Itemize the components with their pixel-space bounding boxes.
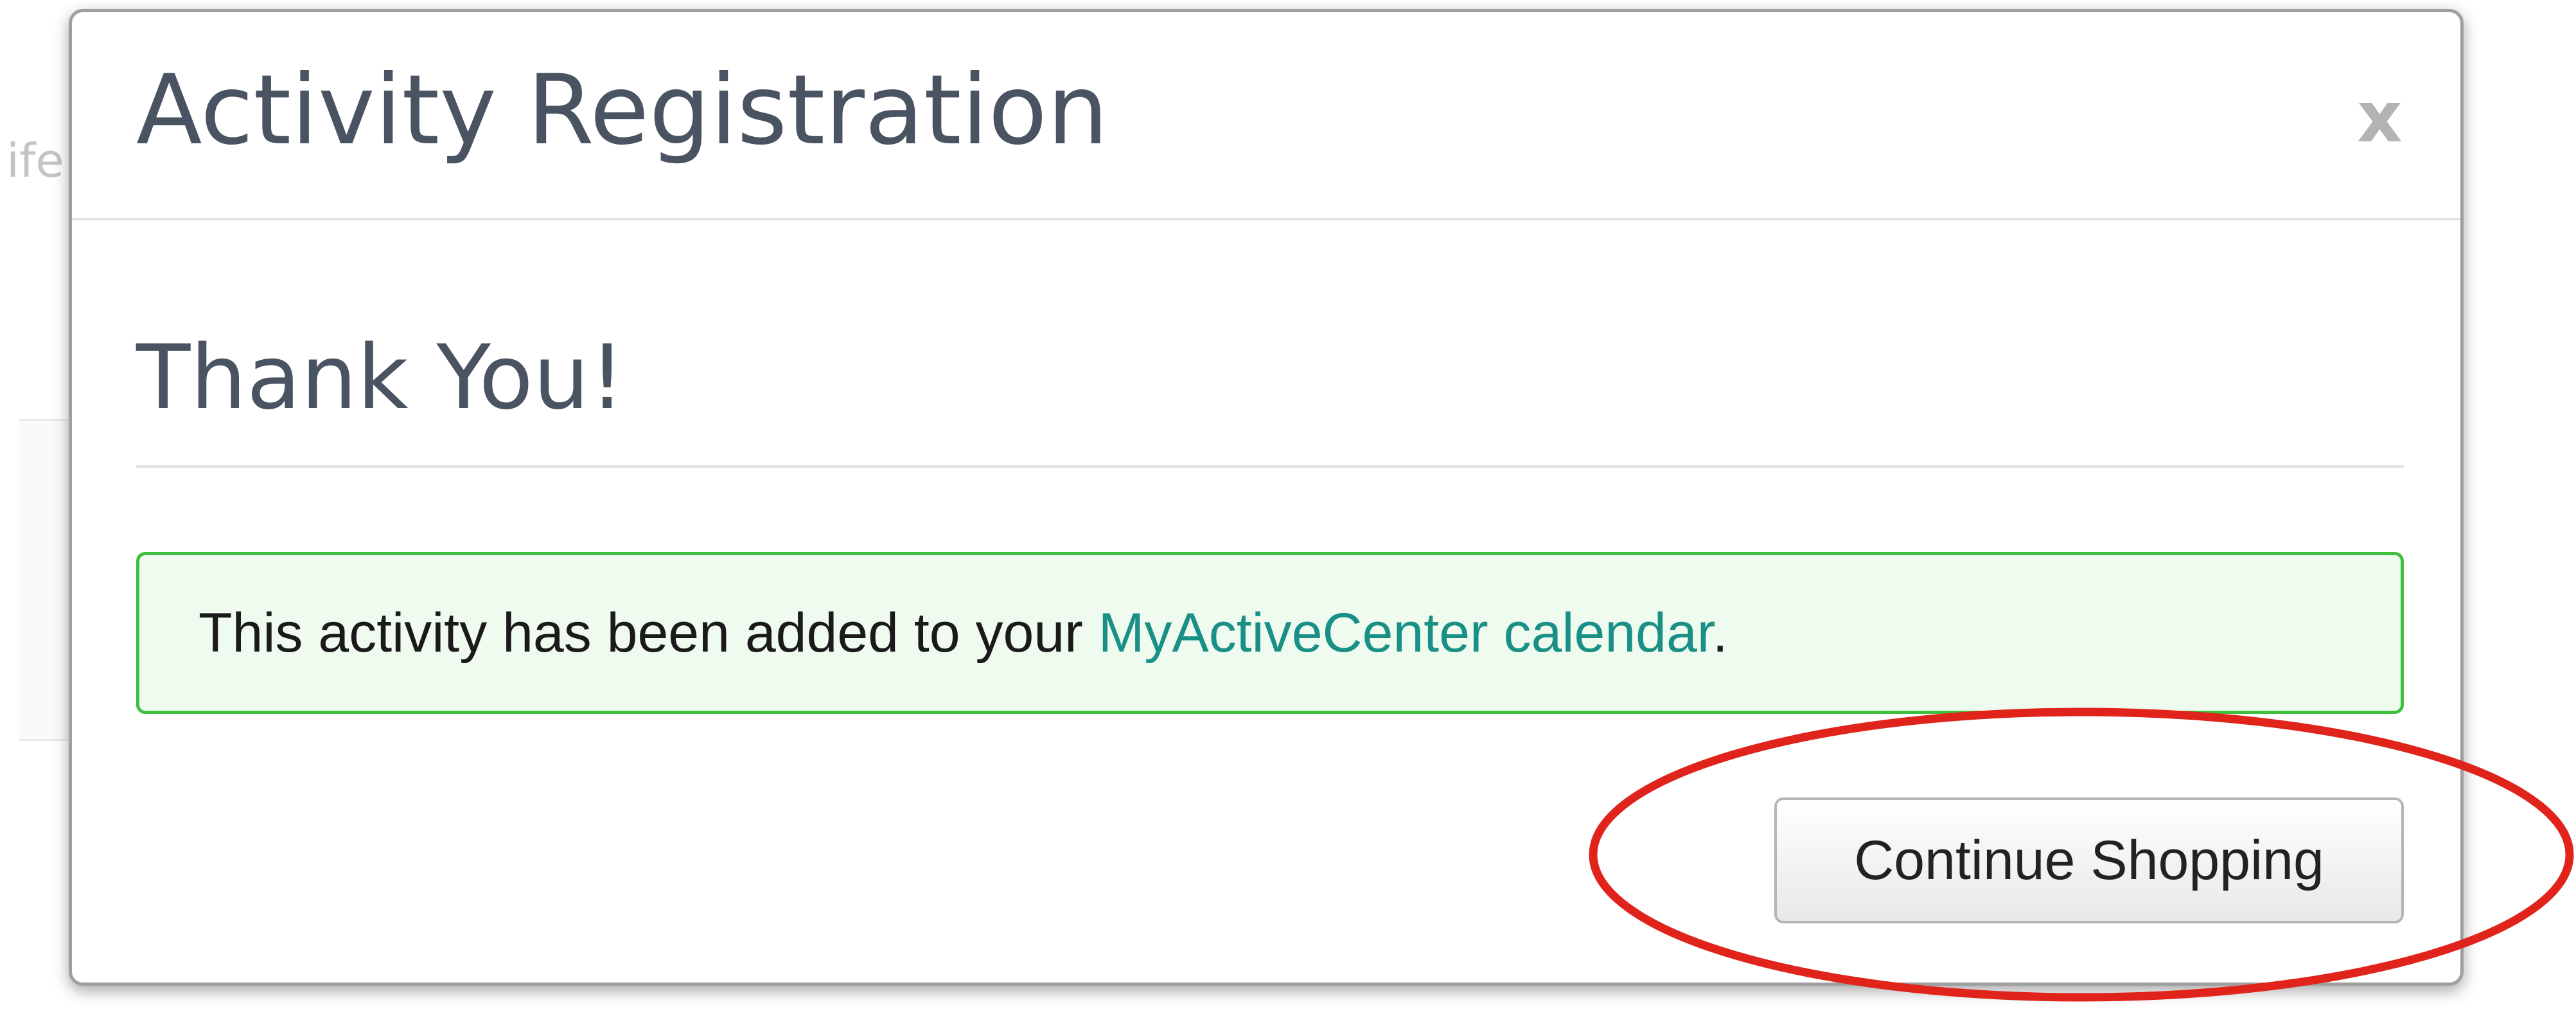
activity-registration-modal: Activity Registration x Thank You! This … [69, 9, 2464, 986]
alert-message: This activity has been added to your MyA… [198, 601, 1728, 665]
background-panel [19, 421, 74, 739]
modal-title: Activity Registration [136, 55, 1109, 166]
background-text: ife [6, 134, 64, 188]
heading-divider [136, 465, 2404, 468]
alert-text-before: This activity has been added to your [198, 601, 1098, 664]
background-divider-bottom [19, 739, 74, 741]
page: ife Activity Registration x Thank You! T… [0, 0, 2576, 1014]
close-icon[interactable]: x [2357, 82, 2403, 152]
thank-you-heading: Thank You! [136, 326, 625, 429]
alert-text-after: . [1712, 601, 1728, 664]
success-alert: This activity has been added to your MyA… [136, 552, 2404, 714]
myactivecenter-calendar-link[interactable]: MyActiveCenter calendar [1098, 602, 1713, 664]
continue-shopping-button[interactable]: Continue Shopping [1774, 797, 2404, 923]
modal-header: Activity Registration x [72, 12, 2460, 220]
